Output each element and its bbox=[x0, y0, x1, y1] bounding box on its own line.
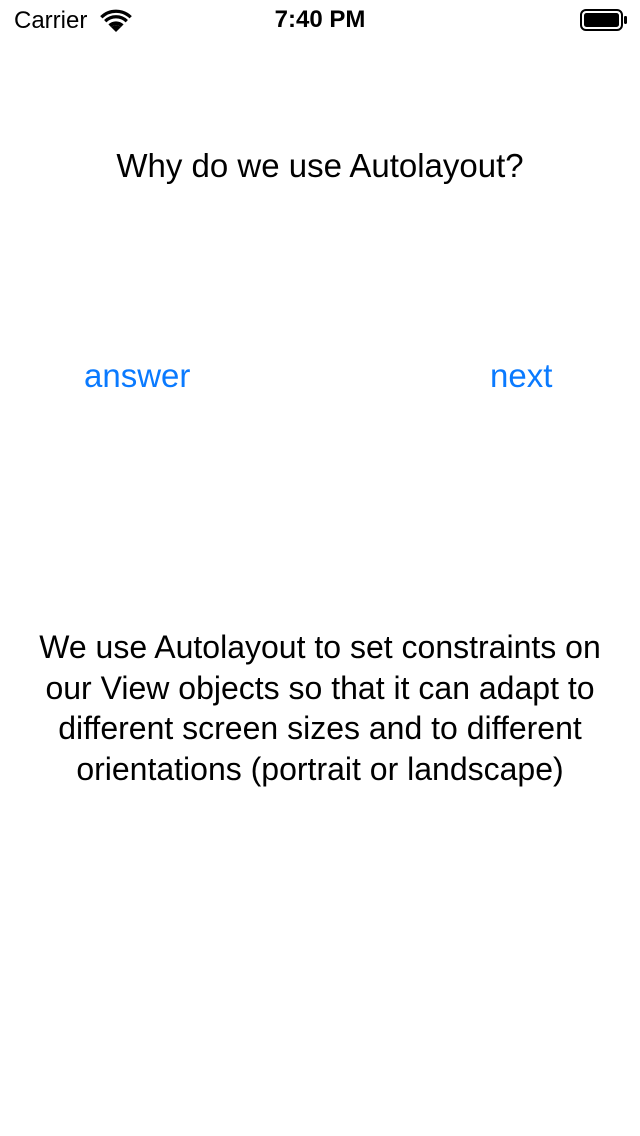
question-label: Why do we use Autolayout? bbox=[116, 147, 524, 184]
next-button[interactable]: next bbox=[490, 355, 552, 397]
answer-label: We use Autolayout to set constraints on … bbox=[39, 629, 601, 787]
status-bar: Carrier 7:40 PM bbox=[0, 0, 640, 40]
status-time: 7:40 PM bbox=[274, 6, 366, 33]
battery-icon bbox=[580, 9, 627, 31]
answer-button[interactable]: answer bbox=[84, 355, 190, 397]
